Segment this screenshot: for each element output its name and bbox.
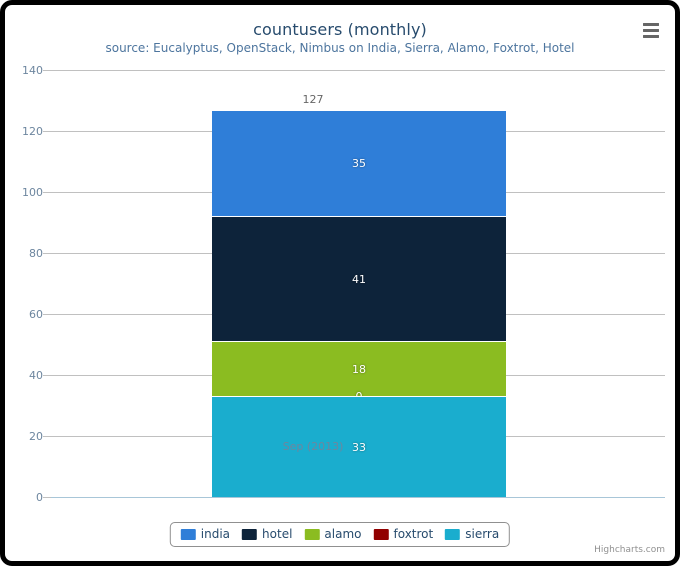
y-axis-tick-label: 60 (29, 308, 43, 321)
legend-item-label: hotel (262, 527, 293, 541)
y-axis-tick-label: 140 (22, 64, 43, 77)
y-axis-tick-label: 0 (36, 491, 43, 504)
y-axis-tick-label: 20 (29, 430, 43, 443)
gridline (51, 497, 665, 498)
y-axis-tick-mark (43, 253, 51, 254)
legend-item-hotel[interactable]: hotel (242, 527, 292, 541)
legend-item-alamo[interactable]: alamo (304, 527, 361, 541)
y-axis-ticks (43, 70, 51, 498)
stack-segment-label: 18 (352, 362, 366, 376)
legend-swatch-icon (304, 528, 320, 540)
x-axis-category-label: Sep (2013) (282, 440, 344, 453)
chart-inner: countusers (monthly) source: Eucalyptus,… (5, 5, 675, 561)
hamburger-menu-icon[interactable] (638, 18, 664, 42)
y-axis-tick-label: 80 (29, 247, 43, 260)
legend-item-india[interactable]: india (180, 527, 231, 541)
gridline (51, 70, 665, 71)
legend-item-label: alamo (324, 527, 362, 541)
hamburger-bar (643, 28, 659, 32)
legend-item-label: india (200, 527, 231, 541)
legend-item-foxtrot[interactable]: foxtrot (373, 527, 433, 541)
y-axis-tick-mark (43, 497, 51, 498)
legend-item-sierra[interactable]: sierra (445, 527, 499, 541)
stacked-column[interactable]: 354118033 (212, 109, 506, 497)
chart-container: countusers (monthly) source: Eucalyptus,… (0, 0, 680, 566)
stack-segment-label: 41 (352, 272, 366, 286)
legend-item-label: foxtrot (393, 527, 434, 541)
legend: india hotel alamo foxtrot sierra (169, 522, 511, 547)
legend-swatch-icon (180, 528, 196, 540)
legend-swatch-icon (445, 528, 461, 540)
legend-swatch-icon (373, 528, 389, 540)
chart-title: countusers (monthly) (253, 20, 427, 39)
y-axis-tick-mark (43, 375, 51, 376)
y-axis-tick-mark (43, 131, 51, 132)
y-axis-tick-label: 120 (22, 125, 43, 138)
stack-segment-label: 35 (352, 157, 366, 171)
y-axis-tick-label: 40 (29, 369, 43, 382)
hamburger-bar (643, 34, 659, 38)
stack-total-label: 127 (302, 92, 324, 106)
legend-swatch-icon (242, 528, 258, 540)
y-axis-tick-mark (43, 436, 51, 437)
stack-segment-india[interactable]: 35 (212, 109, 506, 217)
stack-segment-hotel[interactable]: 41 (212, 216, 506, 342)
hamburger-bar (643, 22, 659, 26)
y-axis-tick-mark (43, 70, 51, 71)
y-axis-tick-mark (43, 314, 51, 315)
y-axis-tick-mark (43, 192, 51, 193)
legend-item-label: sierra (465, 527, 500, 541)
y-axis-tick-label: 100 (22, 186, 43, 199)
stack-segment-alamo[interactable]: 18 (212, 341, 506, 397)
plot-area: 354118033 (51, 70, 665, 498)
y-axis-labels: 140 120 100 80 60 40 20 0 (5, 65, 43, 503)
credits-label[interactable]: Highcharts.com (594, 545, 665, 555)
chart-subtitle: source: Eucalyptus, OpenStack, Nimbus on… (105, 41, 575, 55)
